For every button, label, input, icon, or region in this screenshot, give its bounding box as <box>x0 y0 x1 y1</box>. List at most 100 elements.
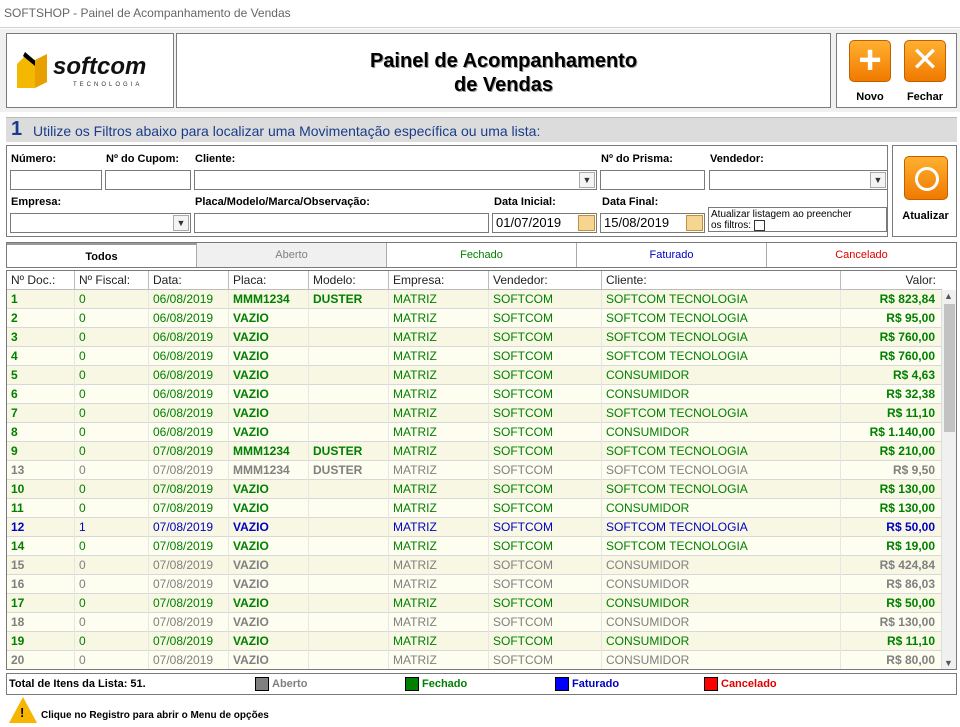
cell-empresa: MATRIZ <box>389 518 489 537</box>
col-empresa[interactable]: Empresa: <box>389 271 489 290</box>
col-fiscal[interactable]: Nº Fiscal: <box>75 271 149 290</box>
legend-label: Cancelado <box>721 677 777 690</box>
auto-update-checkbox[interactable] <box>753 220 765 231</box>
cell-cliente: CONSUMIDOR <box>602 613 841 632</box>
cell-valor: R$ 11,10 <box>841 632 942 651</box>
status-tabs: Todos Aberto Fechado Faturado Cancelado <box>6 242 957 268</box>
scrollbar[interactable]: ▲ ▼ <box>941 290 956 669</box>
cupom-input[interactable] <box>105 170 191 190</box>
vendedor-select[interactable]: ▼ <box>709 170 888 190</box>
table-row[interactable]: 6 0 06/08/2019 VAZIO MATRIZ SOFTCOM CONSUMIDOR… <box>7 385 942 404</box>
cell-empresa: MATRIZ <box>389 575 489 594</box>
cell-doc: 20 <box>7 651 75 669</box>
cell-empresa: MATRIZ <box>389 651 489 669</box>
cell-modelo <box>309 499 389 518</box>
cell-placa: VAZIO <box>229 347 309 366</box>
empresa-select[interactable]: ▼ <box>10 213 191 233</box>
cell-valor: R$ 130,00 <box>841 613 942 632</box>
table-row[interactable]: 11 0 07/08/2019 VAZIO MATRIZ SOFTCOM CONSUMIDO… <box>7 499 942 518</box>
cell-fiscal: 0 <box>75 328 149 347</box>
cell-cliente: CONSUMIDOR <box>602 366 841 385</box>
auto-update-label-1: Atualizar listagem ao preencher <box>711 209 852 220</box>
tab-fechado[interactable]: Fechado <box>387 243 577 267</box>
cell-vendedor: SOFTCOM <box>489 556 602 575</box>
cell-empresa: MATRIZ <box>389 442 489 461</box>
table-row[interactable]: 12 1 07/08/2019 VAZIO MATRIZ SOFTCOM SOFTCOM T… <box>7 518 942 537</box>
table-row[interactable]: 2 0 06/08/2019 VAZIO MATRIZ SOFTCOM SOFTCOM TE… <box>7 309 942 328</box>
table-row[interactable]: 5 0 06/08/2019 VAZIO MATRIZ SOFTCOM CONSUMIDOR… <box>7 366 942 385</box>
col-cliente[interactable]: Cliente: <box>602 271 841 290</box>
cell-modelo <box>309 556 389 575</box>
table-row[interactable]: 7 0 06/08/2019 VAZIO MATRIZ SOFTCOM SOFTCOM TE… <box>7 404 942 423</box>
cell-valor: R$ 760,00 <box>841 347 942 366</box>
tab-todos[interactable]: Todos <box>7 243 197 267</box>
cell-doc: 3 <box>7 328 75 347</box>
chevron-down-icon[interactable]: ▼ <box>579 172 595 188</box>
calendar-icon[interactable] <box>686 215 703 231</box>
cell-empresa: MATRIZ <box>389 556 489 575</box>
col-modelo[interactable]: Modelo: <box>309 271 389 290</box>
table-row[interactable]: 9 0 07/08/2019 MMM1234 DUSTER MATRIZ SOFTCOM SO… <box>7 442 942 461</box>
scroll-down-icon[interactable]: ▼ <box>944 658 953 668</box>
table-row[interactable]: 16 0 07/08/2019 VAZIO MATRIZ SOFTCOM CONSUMIDO… <box>7 575 942 594</box>
table-row[interactable]: 3 0 06/08/2019 VAZIO MATRIZ SOFTCOM SOFTCOM TE… <box>7 328 942 347</box>
cell-fiscal: 0 <box>75 347 149 366</box>
data-final-input[interactable]: 15/08/2019 <box>600 213 705 233</box>
table-row[interactable]: 8 0 06/08/2019 VAZIO MATRIZ SOFTCOM CONSUMIDOR… <box>7 423 942 442</box>
col-placa[interactable]: Placa: <box>229 271 309 290</box>
chevron-down-icon[interactable]: ▼ <box>173 215 189 231</box>
cell-valor: R$ 4,63 <box>841 366 942 385</box>
col-vendedor[interactable]: Vendedor: <box>489 271 602 290</box>
tab-faturado[interactable]: Faturado <box>577 243 767 267</box>
col-valor[interactable]: Valor: <box>841 271 942 290</box>
section-number: 1 <box>11 118 23 140</box>
cell-doc: 13 <box>7 461 75 480</box>
sales-table: Nº Doc.: Nº Fiscal: Data: Placa: Modelo:… <box>6 270 957 670</box>
scroll-thumb[interactable] <box>944 304 955 432</box>
calendar-icon[interactable] <box>578 215 595 231</box>
table-row[interactable]: 14 0 07/08/2019 VAZIO MATRIZ SOFTCOM SOFTCOM T… <box>7 537 942 556</box>
col-data[interactable]: Data: <box>149 271 229 290</box>
page-title: Painel de Acompanhamento de Vendas <box>177 34 830 97</box>
prisma-label: Nº do Prisma: <box>601 153 673 165</box>
cell-placa: VAZIO <box>229 575 309 594</box>
table-row[interactable]: 17 0 07/08/2019 VAZIO MATRIZ SOFTCOM CONSUMIDO… <box>7 594 942 613</box>
cliente-select[interactable]: ▼ <box>194 170 597 190</box>
legend-aberto: Aberto <box>255 677 307 691</box>
cell-valor: R$ 130,00 <box>841 499 942 518</box>
cell-doc: 11 <box>7 499 75 518</box>
cell-data: 07/08/2019 <box>149 594 229 613</box>
cell-doc: 19 <box>7 632 75 651</box>
col-doc[interactable]: Nº Doc.: <box>7 271 75 290</box>
cell-modelo <box>309 309 389 328</box>
filter-section-bar: 1 Utilize os Filtros abaixo para localiz… <box>6 117 957 142</box>
table-row[interactable]: 10 0 07/08/2019 VAZIO MATRIZ SOFTCOM SOFTCOM T… <box>7 480 942 499</box>
numero-input[interactable] <box>10 170 102 190</box>
cell-placa: MMM1234 <box>229 442 309 461</box>
tab-aberto[interactable]: Aberto <box>197 243 387 267</box>
prisma-input[interactable] <box>600 170 705 190</box>
cell-data: 07/08/2019 <box>149 632 229 651</box>
cell-modelo <box>309 613 389 632</box>
table-row[interactable]: 1 0 06/08/2019 MMM1234 DUSTER MATRIZ SOFTCOM SO… <box>7 290 942 309</box>
cell-cliente: CONSUMIDOR <box>602 556 841 575</box>
table-row[interactable]: 18 0 07/08/2019 VAZIO MATRIZ SOFTCOM CONSUMIDO… <box>7 613 942 632</box>
table-row[interactable]: 20 0 07/08/2019 VAZIO MATRIZ SOFTCOM CONSUMIDO… <box>7 651 942 669</box>
table-row[interactable]: 13 0 07/08/2019 MMM1234 DUSTER MATRIZ SOFTCOM S… <box>7 461 942 480</box>
table-row[interactable]: 19 0 07/08/2019 VAZIO MATRIZ SOFTCOM CONSUMIDO… <box>7 632 942 651</box>
cell-placa: VAZIO <box>229 632 309 651</box>
atualizar-button[interactable] <box>904 156 948 200</box>
novo-button[interactable]: + <box>849 40 891 82</box>
cell-doc: 17 <box>7 594 75 613</box>
cell-cliente: SOFTCOM TECNOLOGIA <box>602 347 841 366</box>
data-inicial-input[interactable]: 01/07/2019 <box>492 213 597 233</box>
tab-cancelado[interactable]: Cancelado <box>767 243 956 267</box>
fechar-button[interactable]: ✕ <box>904 40 946 82</box>
table-row[interactable]: 4 0 06/08/2019 VAZIO MATRIZ SOFTCOM SOFTCOM TE… <box>7 347 942 366</box>
scroll-up-icon[interactable]: ▲ <box>944 291 953 301</box>
fechar-label: Fechar <box>906 91 944 103</box>
chevron-down-icon[interactable]: ▼ <box>870 172 886 188</box>
placa-input[interactable] <box>194 213 489 233</box>
table-row[interactable]: 15 0 07/08/2019 VAZIO MATRIZ SOFTCOM CONSUMIDO… <box>7 556 942 575</box>
data-inicial-label: Data Inicial: <box>494 196 556 208</box>
